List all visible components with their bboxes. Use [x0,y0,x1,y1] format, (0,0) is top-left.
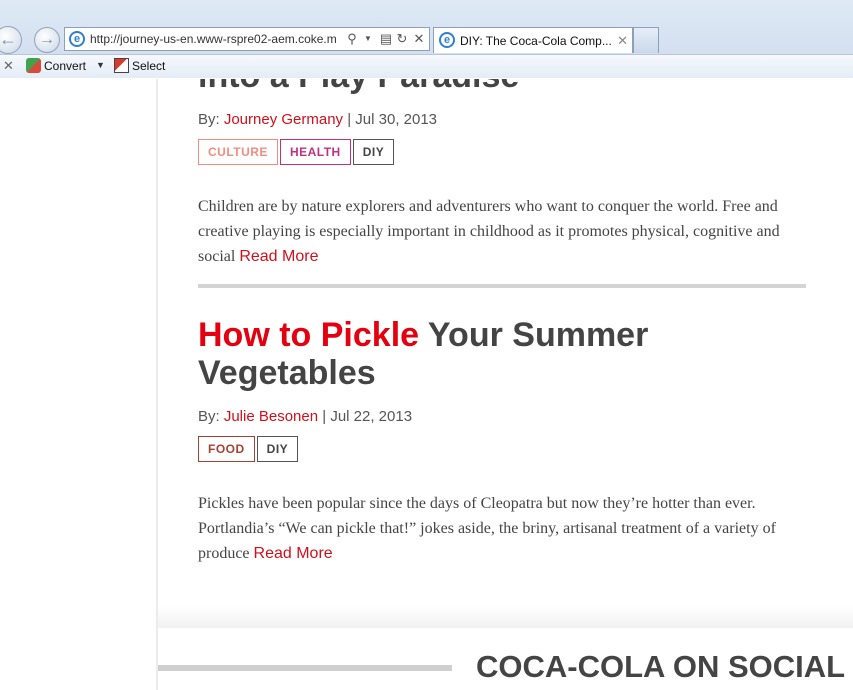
convert-dropdown-icon[interactable]: ▼ [96,60,105,70]
tag-culture[interactable]: CULTURE [198,139,278,165]
browser-chrome: ← → e http://journey-us-en.www-rspre02-a… [0,0,853,78]
article-excerpt: Children are by nature explorers and adv… [198,194,808,269]
tag-health[interactable]: HEALTH [279,139,351,165]
new-tab-button[interactable] [633,27,659,53]
ie-page-icon: e [69,31,85,47]
command-bar: ✕ Convert ▼ Select [0,54,853,78]
back-button[interactable]: ← [0,26,22,54]
title-highlight: How to Pickle [198,316,420,354]
forward-button[interactable]: → [34,27,60,53]
publish-date: Jul 22, 2013 [330,408,413,425]
tag-diy[interactable]: DIY [256,436,299,462]
ie-tab-icon: e [439,32,455,48]
article-excerpt: Pickles have been popular since the days… [198,491,808,566]
tab-title: DIY: The Coca-Cola Comp... [460,34,612,48]
article-divider [198,284,806,288]
social-section-title: COCA-COLA ON SOCIAL [476,649,846,684]
tag-diy[interactable]: DIY [352,139,395,165]
convert-icon[interactable] [26,58,41,73]
address-bar[interactable]: e http://journey-us-en.www-rspre02-aem.c… [64,27,430,51]
article-title[interactable]: How to Pickle Your Summer Vegetables [198,316,808,392]
publish-date: Jul 30, 2013 [355,111,438,128]
article-card: into a Play Paradise By: Journey Germany… [198,79,808,269]
title-text: into a Play Paradise [198,79,519,95]
search-icon[interactable]: ⚲ [345,31,359,47]
section-shadow [158,606,853,628]
select-button[interactable]: Select [132,58,165,74]
author-link[interactable]: Julie Besonen [224,408,318,425]
by-label: By: [198,111,224,128]
url-text[interactable]: http://journey-us-en.www-rspre02-aem.cok… [90,32,342,47]
social-heading-rule [158,665,452,671]
content-edge [156,79,158,690]
refresh-icon[interactable]: ↻ [395,31,409,47]
tag-list: CULTURE HEALTH DIY [198,139,808,165]
select-icon[interactable] [114,58,129,73]
read-more-link[interactable]: Read More [254,545,333,562]
convert-button[interactable]: Convert [44,58,86,74]
read-more-link[interactable]: Read More [239,248,318,265]
compatibility-view-icon[interactable]: ▤ [379,31,393,47]
close-toolbar-icon[interactable]: ✕ [3,58,14,74]
byline: By: Julie Besonen | Jul 22, 2013 [198,408,808,426]
stop-icon[interactable]: ✕ [412,31,426,47]
arrow-right-icon: → [39,31,55,48]
tag-list: FOOD DIY [198,436,808,462]
byline: By: Journey Germany | Jul 30, 2013 [198,111,808,129]
browser-tab[interactable]: e DIY: The Coca-Cola Comp... ✕ [433,27,633,53]
byline-separator: | [318,408,331,425]
page-viewport: into a Play Paradise By: Journey Germany… [0,79,853,690]
arrow-left-icon: ← [0,29,17,49]
tag-food[interactable]: FOOD [198,436,255,462]
dropdown-arrow-icon[interactable]: ▼ [361,31,375,47]
article-card: How to Pickle Your Summer Vegetables By:… [198,316,808,566]
byline-separator: | [343,111,356,128]
author-link[interactable]: Journey Germany [224,111,343,128]
close-tab-icon[interactable]: ✕ [617,33,628,49]
article-title[interactable]: into a Play Paradise [198,79,808,95]
by-label: By: [198,408,224,425]
